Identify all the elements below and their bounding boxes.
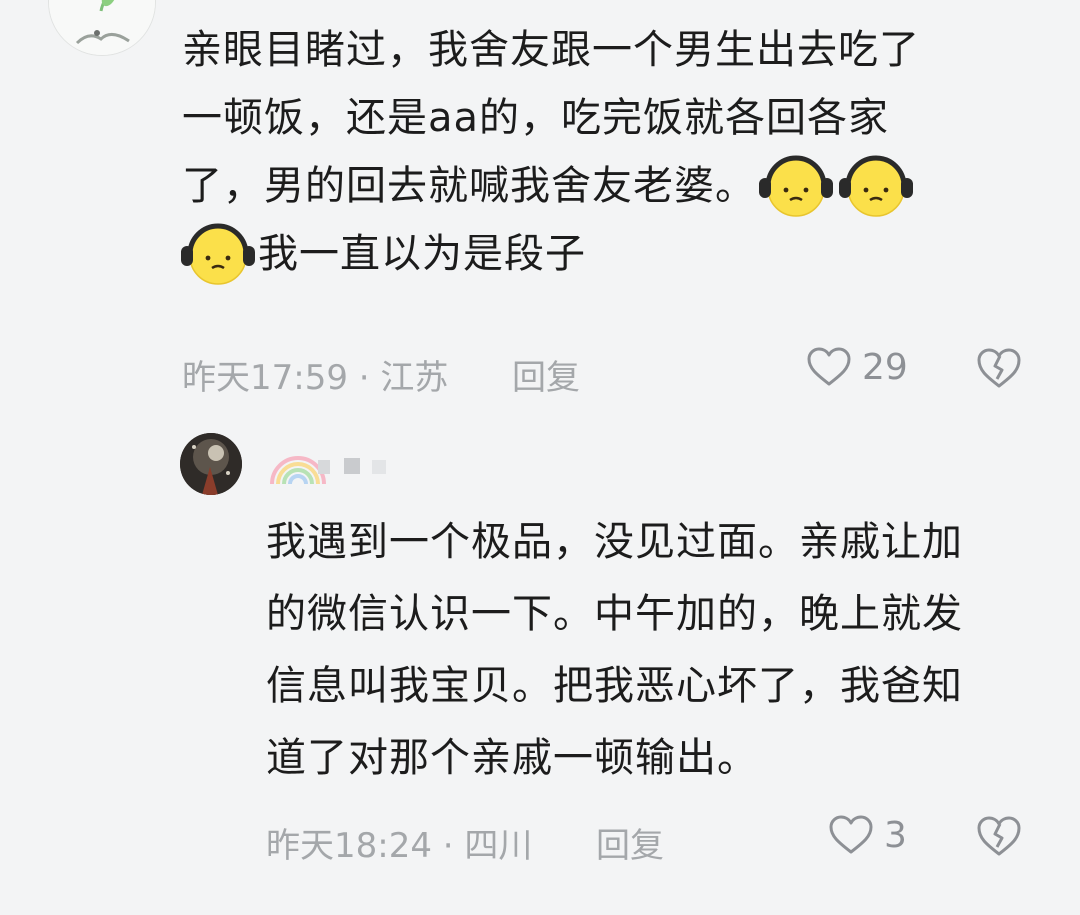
like-count: 3 — [884, 814, 907, 856]
comment-line-with-emoji: 了，男的回去就喊我舍友老婆。 — [182, 152, 1042, 220]
broken-heart-icon[interactable] — [976, 814, 1022, 858]
comment-line: 了，男的回去就喊我舍友老婆。 — [182, 163, 756, 209]
reply-username[interactable] — [268, 440, 408, 488]
reply-avatar[interactable] — [180, 433, 242, 495]
headphone-face-emoji — [836, 152, 916, 220]
headphone-face-emoji — [756, 152, 836, 220]
heart-icon — [806, 346, 852, 388]
reply-line: 的微信认识一下。中午加的，晚上就发 — [266, 591, 963, 637]
reply-button[interactable]: 回复 — [512, 350, 580, 399]
reply-line: 信息叫我宝贝。把我恶心坏了，我爸知 — [266, 663, 963, 709]
commenter-avatar[interactable] — [48, 0, 156, 56]
like-count: 29 — [862, 346, 908, 388]
comment-line-with-emoji: 我一直以为是段子 — [178, 220, 1042, 288]
comment-text: 亲眼目睹过，我舍友跟一个男生出去吃了 一顿饭，还是aa的，吃完饭就各回各家 了，… — [182, 16, 1042, 288]
headphone-face-emoji — [178, 220, 258, 288]
heart-icon — [828, 814, 874, 856]
reply-meta: 昨天18:24 · 四川 — [266, 826, 533, 866]
reply-line: 道了对那个亲戚一顿输出。 — [266, 735, 758, 781]
comment-line: 我一直以为是段子 — [258, 231, 586, 277]
reply-line: 我遇到一个极品，没见过面。亲戚让加 — [266, 519, 963, 565]
comment-line: 亲眼目睹过，我舍友跟一个男生出去吃了 — [182, 27, 920, 73]
reply-button[interactable]: 回复 — [596, 818, 664, 867]
comment-meta: 昨天17:59 · 江苏 — [182, 358, 449, 398]
broken-heart-icon[interactable] — [976, 346, 1022, 390]
reply-text: 我遇到一个极品，没见过面。亲戚让加 的微信认识一下。中午加的，晚上就发 信息叫我… — [266, 506, 1046, 794]
like-button[interactable]: 3 — [828, 814, 907, 856]
comment-line: 一顿饭，还是aa的，吃完饭就各回各家 — [182, 95, 890, 141]
like-button[interactable]: 29 — [806, 346, 908, 388]
